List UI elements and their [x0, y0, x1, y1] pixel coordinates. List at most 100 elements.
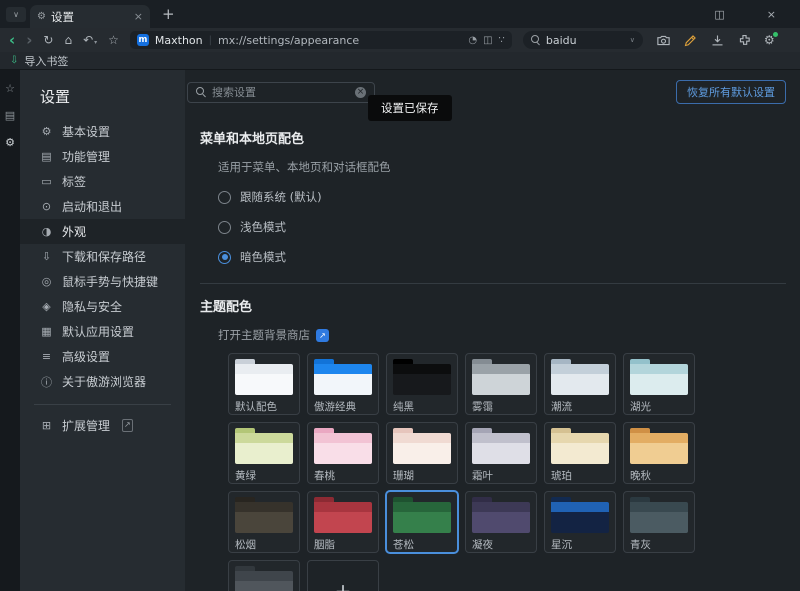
- theme-card[interactable]: 苍松: [386, 491, 458, 553]
- sidebar-item-label: 标签: [62, 173, 86, 190]
- window-close-icon[interactable]: ×: [767, 8, 776, 21]
- sidebar-item[interactable]: ⊙启动和退出: [20, 194, 185, 219]
- theme-preview: [393, 359, 451, 395]
- theme-preview-part: [630, 512, 688, 533]
- theme-card[interactable]: 傲游经典: [307, 353, 379, 415]
- theme-card[interactable]: 珊瑚: [386, 422, 458, 484]
- theme-preview-part: [393, 502, 451, 512]
- theme-card[interactable]: 暗夜: [228, 560, 300, 591]
- search-icon: [531, 35, 541, 45]
- theme-label: 晚秋: [630, 468, 688, 483]
- theme-card[interactable]: 霜叶: [465, 422, 537, 484]
- sidebar-item[interactable]: ⚙基本设置: [20, 119, 185, 144]
- theme-card[interactable]: 黄绿: [228, 422, 300, 484]
- split-screen-icon[interactable]: ◫: [483, 35, 492, 46]
- theme-preview: [235, 497, 293, 533]
- radio-icon: [218, 191, 231, 204]
- download-icon[interactable]: [710, 33, 725, 48]
- color-mode-option[interactable]: 跟随系统 (默认): [218, 189, 786, 205]
- settings-menu: ⚙基本设置▤功能管理▭标签⊙启动和退出◑外观⇩下载和保存路径◎鼠标手势与快捷键◈…: [20, 119, 185, 394]
- note-icon[interactable]: [683, 33, 698, 48]
- sidebar-item-label: 基本设置: [62, 123, 110, 140]
- sidebar-item[interactable]: ▭标签: [20, 169, 185, 194]
- new-tab-button[interactable]: +: [162, 7, 175, 22]
- theme-label: 凝夜: [472, 537, 530, 552]
- toolbar-actions: ⚙: [656, 33, 775, 48]
- refresh-icon[interactable]: ↻: [43, 34, 53, 46]
- theme-preview-part: [472, 502, 530, 512]
- tab-list-button[interactable]: ∨: [6, 7, 26, 22]
- extensions-icon[interactable]: [737, 33, 752, 48]
- section-title-menu-colors: 菜单和本地页配色: [200, 128, 786, 147]
- star-icon[interactable]: ☆: [108, 34, 119, 46]
- sidebar-item[interactable]: ▤功能管理: [20, 144, 185, 169]
- theme-preview-part: [630, 364, 688, 374]
- settings-search-box[interactable]: ×: [187, 82, 375, 103]
- theme-preview-part: [314, 364, 372, 374]
- theme-card[interactable]: 胭脂: [307, 491, 379, 553]
- theme-card[interactable]: 潮流: [544, 353, 616, 415]
- theme-card[interactable]: 凝夜: [465, 491, 537, 553]
- theme-preview: [551, 359, 609, 395]
- theme-card[interactable]: 春桃: [307, 422, 379, 484]
- settings-search-input[interactable]: [212, 86, 349, 99]
- sidebar-item[interactable]: ⓘ关于傲游浏览器: [20, 369, 185, 394]
- theme-preview-part: [235, 581, 293, 591]
- sidebar-item[interactable]: ≡高级设置: [20, 344, 185, 369]
- theme-store-link[interactable]: 打开主题背景商店 ↗: [218, 327, 786, 343]
- favorites-icon[interactable]: ☆: [5, 82, 15, 95]
- import-bookmarks-button[interactable]: 导入书签: [24, 53, 68, 69]
- theme-card[interactable]: 默认配色: [228, 353, 300, 415]
- sidebar-item[interactable]: ⇩下载和保存路径: [20, 244, 185, 269]
- back-icon[interactable]: ‹: [9, 33, 15, 48]
- address-bar[interactable]: m Maxthon | mx://settings/appearance ◔ ◫…: [130, 31, 512, 49]
- quick-search-box[interactable]: baidu ∨: [523, 31, 643, 49]
- url-text: mx://settings/appearance: [218, 34, 462, 47]
- theme-preview-part: [393, 364, 451, 374]
- theme-card[interactable]: 纯黑: [386, 353, 458, 415]
- sidebar-item[interactable]: ◑外观: [20, 219, 185, 244]
- theme-card[interactable]: 湖光: [623, 353, 695, 415]
- browser-toolbar: ‹ › ↻ ⌂ ↶ ▾ ☆ m Maxthon | mx://settings/…: [0, 28, 800, 52]
- theme-preview: [314, 428, 372, 464]
- add-theme-button[interactable]: +: [307, 560, 379, 591]
- sidebar-divider: [34, 404, 171, 405]
- color-mode-option[interactable]: 浅色模式: [218, 219, 786, 235]
- theme-card[interactable]: 雾霭: [465, 353, 537, 415]
- sidebar-item-extensions[interactable]: ⊞ 扩展管理 ↗: [20, 413, 185, 438]
- sidebar-item[interactable]: ◈隐私与安全: [20, 294, 185, 319]
- chevron-down-icon: ∨: [13, 10, 19, 19]
- section-divider: [200, 283, 786, 284]
- import-bookmarks-icon: ⇩: [10, 55, 18, 66]
- theme-card[interactable]: 晚秋: [623, 422, 695, 484]
- theme-store-label: 打开主题背景商店: [218, 327, 310, 343]
- sidebar-item[interactable]: ▦默认应用设置: [20, 319, 185, 344]
- theme-label: 雾霭: [472, 399, 530, 414]
- radio-label: 浅色模式: [240, 219, 286, 235]
- camera-icon[interactable]: [656, 33, 671, 48]
- sidebar-item-label: 隐私与安全: [62, 298, 122, 315]
- voice-read-icon[interactable]: ◔: [468, 35, 477, 46]
- workspace-icon[interactable]: ◫: [714, 8, 724, 21]
- miniapp-icon[interactable]: ∵: [499, 35, 505, 46]
- forward-icon[interactable]: ›: [26, 33, 32, 48]
- panels-icon[interactable]: ▤: [5, 109, 15, 122]
- clear-search-icon[interactable]: ×: [355, 87, 366, 98]
- theme-card[interactable]: 青灰: [623, 491, 695, 553]
- theme-preview: [630, 428, 688, 464]
- settings-icon[interactable]: ⚙: [5, 136, 15, 149]
- close-icon[interactable]: ×: [134, 10, 143, 23]
- browser-tab-settings[interactable]: ⚙ 设置 ×: [30, 5, 150, 28]
- restore-defaults-button[interactable]: 恢复所有默认设置: [676, 80, 786, 104]
- theme-card[interactable]: 松烟: [228, 491, 300, 553]
- color-mode-option[interactable]: 暗色模式: [218, 249, 786, 265]
- theme-card[interactable]: 星沉: [544, 491, 616, 553]
- main-menu-gear-icon[interactable]: ⚙: [764, 33, 775, 47]
- separator: |: [209, 35, 212, 46]
- theme-card[interactable]: 琥珀: [544, 422, 616, 484]
- features-icon: ▤: [40, 150, 53, 163]
- theme-preview-part: [630, 443, 688, 464]
- sidebar-item[interactable]: ◎鼠标手势与快捷键: [20, 269, 185, 294]
- undo-button[interactable]: ↶ ▾: [83, 34, 97, 46]
- home-icon[interactable]: ⌂: [64, 34, 72, 46]
